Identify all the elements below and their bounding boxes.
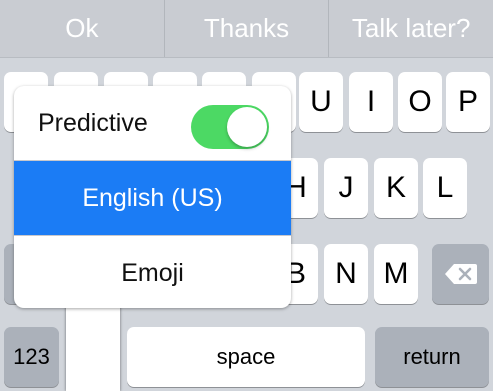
backspace-icon xyxy=(444,263,478,285)
return-key[interactable]: return xyxy=(375,327,489,387)
toggle-knob xyxy=(227,107,267,147)
key-o[interactable]: O xyxy=(398,72,442,132)
key-u[interactable]: U xyxy=(299,72,343,132)
globe-key-stem[interactable] xyxy=(66,300,120,391)
suggestion-ok[interactable]: Ok xyxy=(0,0,164,57)
predictive-row[interactable]: Predictive xyxy=(14,86,291,160)
key-n[interactable]: N xyxy=(324,244,368,304)
key-k[interactable]: K xyxy=(374,158,418,218)
emoji-label: Emoji xyxy=(121,258,184,287)
backspace-key[interactable] xyxy=(432,244,489,304)
numbers-key[interactable]: 123 xyxy=(4,327,59,387)
key-m[interactable]: M xyxy=(374,244,418,304)
predictive-toggle[interactable] xyxy=(191,105,269,149)
key-p[interactable]: P xyxy=(446,72,490,132)
predictive-label: Predictive xyxy=(38,108,148,137)
keyboard-switcher-popup: Predictive English (US) Emoji xyxy=(14,86,291,308)
key-i[interactable]: I xyxy=(349,72,393,132)
space-key[interactable]: space xyxy=(127,327,365,387)
english-label: English (US) xyxy=(82,183,223,212)
suggestion-talk-later[interactable]: Talk later? xyxy=(328,0,493,57)
key-l[interactable]: L xyxy=(423,158,467,218)
suggestion-thanks[interactable]: Thanks xyxy=(163,0,329,57)
suggestion-bar: Ok Thanks Talk later? xyxy=(0,0,493,58)
language-english-us[interactable]: English (US) xyxy=(14,161,291,235)
key-j[interactable]: J xyxy=(324,158,368,218)
language-emoji[interactable]: Emoji xyxy=(14,236,291,308)
